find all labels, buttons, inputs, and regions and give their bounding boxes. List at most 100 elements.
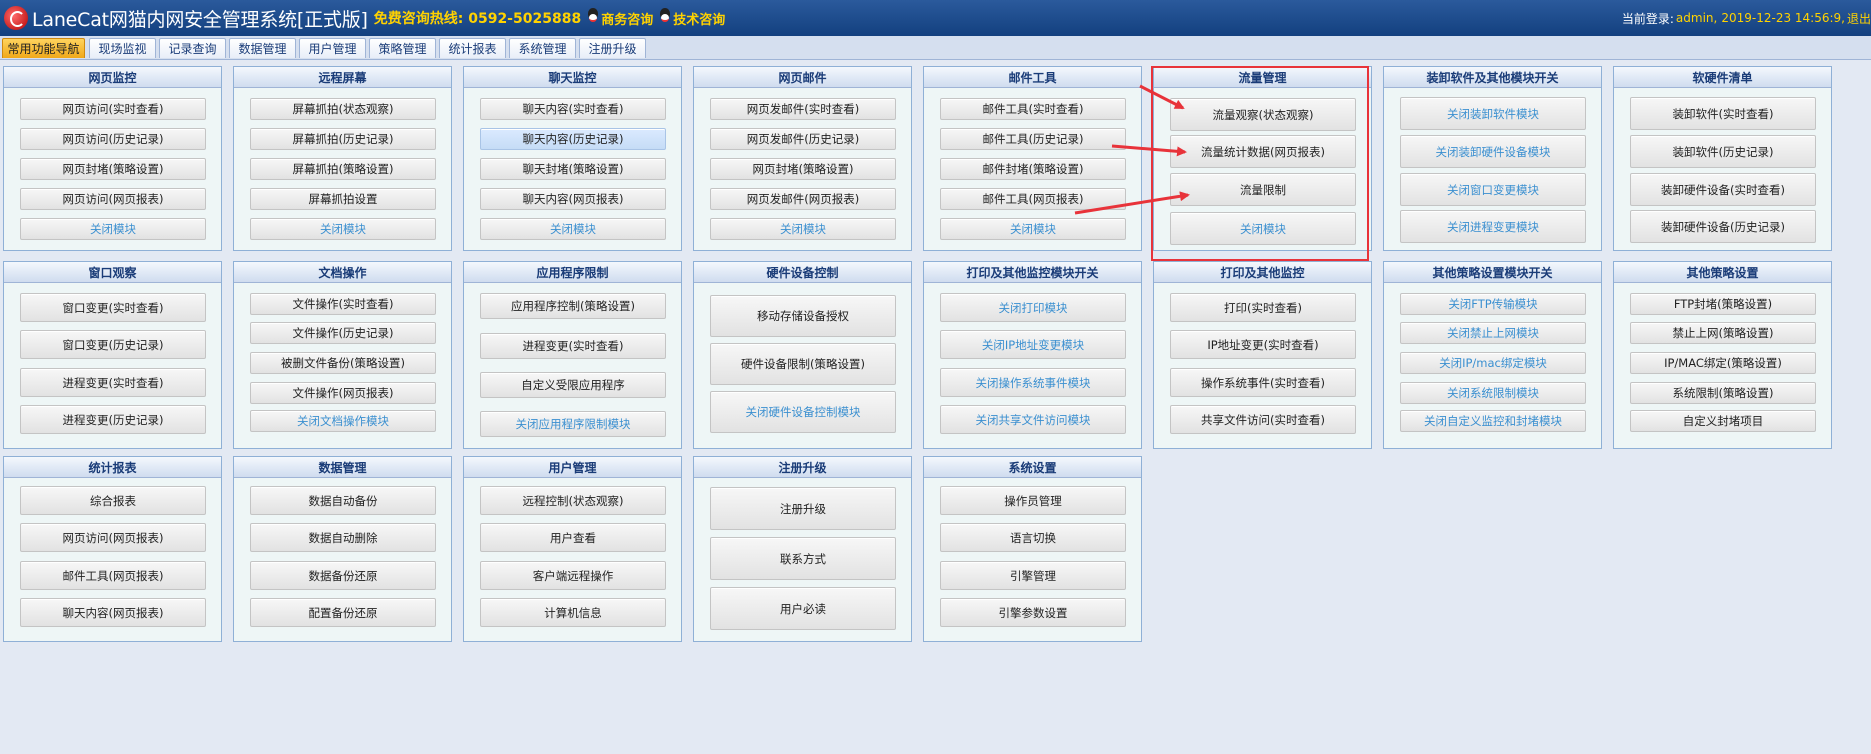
- panel-function-button[interactable]: 流量观察(状态观察): [1170, 98, 1356, 131]
- panel-function-button[interactable]: 远程控制(状态观察): [480, 486, 666, 515]
- panel-function-button[interactable]: 用户查看: [480, 523, 666, 552]
- tab-data-management[interactable]: 数据管理: [229, 38, 296, 58]
- close-module-button[interactable]: 关闭硬件设备控制模块: [710, 391, 896, 433]
- tab-register-upgrade[interactable]: 注册升级: [579, 38, 646, 58]
- panel-function-button[interactable]: 网页访问(网页报表): [20, 188, 206, 210]
- panel-function-button[interactable]: 装卸软件(实时查看): [1630, 97, 1816, 130]
- panel-function-button[interactable]: 联系方式: [710, 537, 896, 580]
- panel-function-button[interactable]: 综合报表: [20, 486, 206, 515]
- panel-function-button[interactable]: 邮件工具(网页报表): [940, 188, 1126, 210]
- close-module-button[interactable]: 关闭打印模块: [940, 293, 1126, 322]
- close-module-button[interactable]: 关闭系统限制模块: [1400, 382, 1586, 404]
- panel-function-button[interactable]: 数据备份还原: [250, 561, 436, 590]
- panel-function-button[interactable]: 禁止上网(策略设置): [1630, 322, 1816, 344]
- panel-function-button[interactable]: 聊天内容(网页报表): [480, 188, 666, 210]
- panel-function-button[interactable]: 数据自动删除: [250, 523, 436, 552]
- panel-function-button[interactable]: 注册升级: [710, 487, 896, 530]
- close-module-button[interactable]: 关闭模块: [1170, 212, 1356, 245]
- close-module-button[interactable]: 关闭IP地址变更模块: [940, 330, 1126, 359]
- panel-function-button[interactable]: 操作系统事件(实时查看): [1170, 368, 1356, 397]
- close-module-button[interactable]: 关闭进程变更模块: [1400, 210, 1586, 243]
- logout-link[interactable]: 退出: [1847, 10, 1871, 27]
- panel-function-button[interactable]: 应用程序控制(策略设置): [480, 293, 666, 319]
- close-module-button[interactable]: 关闭文档操作模块: [250, 410, 436, 432]
- panel-function-button[interactable]: 聊天内容(历史记录): [480, 128, 666, 150]
- business-consult-link[interactable]: 商务咨询: [587, 8, 653, 28]
- tab-user-management[interactable]: 用户管理: [299, 38, 366, 58]
- panel-function-button[interactable]: 用户必读: [710, 587, 896, 630]
- tab-system-management[interactable]: 系统管理: [509, 38, 576, 58]
- close-module-button[interactable]: 关闭禁止上网模块: [1400, 322, 1586, 344]
- panel-function-button[interactable]: 流量统计数据(网页报表): [1170, 135, 1356, 168]
- panel-function-button[interactable]: 系统限制(策略设置): [1630, 382, 1816, 404]
- tab-record-query[interactable]: 记录查询: [159, 38, 226, 58]
- tab-statistics-report[interactable]: 统计报表: [439, 38, 506, 58]
- panel-function-button[interactable]: 文件操作(实时查看): [250, 293, 436, 315]
- panel-function-button[interactable]: 进程变更(历史记录): [20, 405, 206, 434]
- close-module-button[interactable]: 关闭自定义监控和封堵模块: [1400, 410, 1586, 432]
- close-module-button[interactable]: 关闭装卸软件模块: [1400, 97, 1586, 130]
- close-module-button[interactable]: 关闭模块: [940, 218, 1126, 240]
- close-module-button[interactable]: 关闭模块: [710, 218, 896, 240]
- panel-function-button[interactable]: 网页访问(网页报表): [20, 523, 206, 552]
- panel-function-button[interactable]: 屏幕抓拍设置: [250, 188, 436, 210]
- panel-function-button[interactable]: 自定义受限应用程序: [480, 372, 666, 398]
- panel-function-button[interactable]: 客户端远程操作: [480, 561, 666, 590]
- close-module-button[interactable]: 关闭FTP传输模块: [1400, 293, 1586, 315]
- panel-function-button[interactable]: 屏幕抓拍(状态观察): [250, 98, 436, 120]
- panel-function-button[interactable]: 网页发邮件(实时查看): [710, 98, 896, 120]
- panel-function-button[interactable]: 文件操作(网页报表): [250, 382, 436, 404]
- panel-function-button[interactable]: 移动存储设备授权: [710, 295, 896, 337]
- tab-policy-management[interactable]: 策略管理: [369, 38, 436, 58]
- panel-function-button[interactable]: 邮件封堵(策略设置): [940, 158, 1126, 180]
- panel-function-button[interactable]: 网页封堵(策略设置): [20, 158, 206, 180]
- panel-function-button[interactable]: IP/MAC绑定(策略设置): [1630, 352, 1816, 374]
- panel-function-button[interactable]: 装卸硬件设备(历史记录): [1630, 210, 1816, 243]
- close-module-button[interactable]: 关闭应用程序限制模块: [480, 411, 666, 437]
- panel-function-button[interactable]: 数据自动备份: [250, 486, 436, 515]
- panel-function-button[interactable]: FTP封堵(策略设置): [1630, 293, 1816, 315]
- panel-function-button[interactable]: 屏幕抓拍(策略设置): [250, 158, 436, 180]
- panel-function-button[interactable]: 进程变更(实时查看): [480, 333, 666, 359]
- panel-function-button[interactable]: 打印(实时查看): [1170, 293, 1356, 322]
- panel-function-button[interactable]: 进程变更(实时查看): [20, 368, 206, 397]
- panel-function-button[interactable]: 操作员管理: [940, 486, 1126, 515]
- panel-function-button[interactable]: 配置备份还原: [250, 598, 436, 627]
- panel-function-button[interactable]: 装卸硬件设备(实时查看): [1630, 173, 1816, 206]
- close-module-button[interactable]: 关闭模块: [250, 218, 436, 240]
- panel-function-button[interactable]: IP地址变更(实时查看): [1170, 330, 1356, 359]
- panel-function-button[interactable]: 网页访问(实时查看): [20, 98, 206, 120]
- close-module-button[interactable]: 关闭模块: [20, 218, 206, 240]
- panel-function-button[interactable]: 网页访问(历史记录): [20, 128, 206, 150]
- panel-function-button[interactable]: 聊天内容(网页报表): [20, 598, 206, 627]
- panel-function-button[interactable]: 共享文件访问(实时查看): [1170, 405, 1356, 434]
- tab-common-nav[interactable]: 常用功能导航: [2, 38, 85, 58]
- panel-function-button[interactable]: 装卸软件(历史记录): [1630, 135, 1816, 168]
- panel-function-button[interactable]: 自定义封堵项目: [1630, 410, 1816, 432]
- panel-function-button[interactable]: 被删文件备份(策略设置): [250, 352, 436, 374]
- close-module-button[interactable]: 关闭共享文件访问模块: [940, 405, 1126, 434]
- panel-function-button[interactable]: 窗口变更(历史记录): [20, 330, 206, 359]
- panel-function-button[interactable]: 网页发邮件(历史记录): [710, 128, 896, 150]
- panel-function-button[interactable]: 流量限制: [1170, 173, 1356, 206]
- panel-function-button[interactable]: 邮件工具(网页报表): [20, 561, 206, 590]
- panel-function-button[interactable]: 网页发邮件(网页报表): [710, 188, 896, 210]
- panel-function-button[interactable]: 文件操作(历史记录): [250, 322, 436, 344]
- panel-function-button[interactable]: 聊天封堵(策略设置): [480, 158, 666, 180]
- panel-function-button[interactable]: 窗口变更(实时查看): [20, 293, 206, 322]
- panel-function-button[interactable]: 引擎参数设置: [940, 598, 1126, 627]
- panel-function-button[interactable]: 屏幕抓拍(历史记录): [250, 128, 436, 150]
- panel-function-button[interactable]: 聊天内容(实时查看): [480, 98, 666, 120]
- close-module-button[interactable]: 关闭IP/mac绑定模块: [1400, 352, 1586, 374]
- panel-function-button[interactable]: 邮件工具(实时查看): [940, 98, 1126, 120]
- panel-function-button[interactable]: 语言切换: [940, 523, 1126, 552]
- panel-function-button[interactable]: 引擎管理: [940, 561, 1126, 590]
- panel-function-button[interactable]: 计算机信息: [480, 598, 666, 627]
- panel-function-button[interactable]: 网页封堵(策略设置): [710, 158, 896, 180]
- close-module-button[interactable]: 关闭操作系统事件模块: [940, 368, 1126, 397]
- close-module-button[interactable]: 关闭窗口变更模块: [1400, 173, 1586, 206]
- close-module-button[interactable]: 关闭模块: [480, 218, 666, 240]
- close-module-button[interactable]: 关闭装卸硬件设备模块: [1400, 135, 1586, 168]
- panel-function-button[interactable]: 邮件工具(历史记录): [940, 128, 1126, 150]
- tab-live-monitor[interactable]: 现场监视: [89, 38, 156, 58]
